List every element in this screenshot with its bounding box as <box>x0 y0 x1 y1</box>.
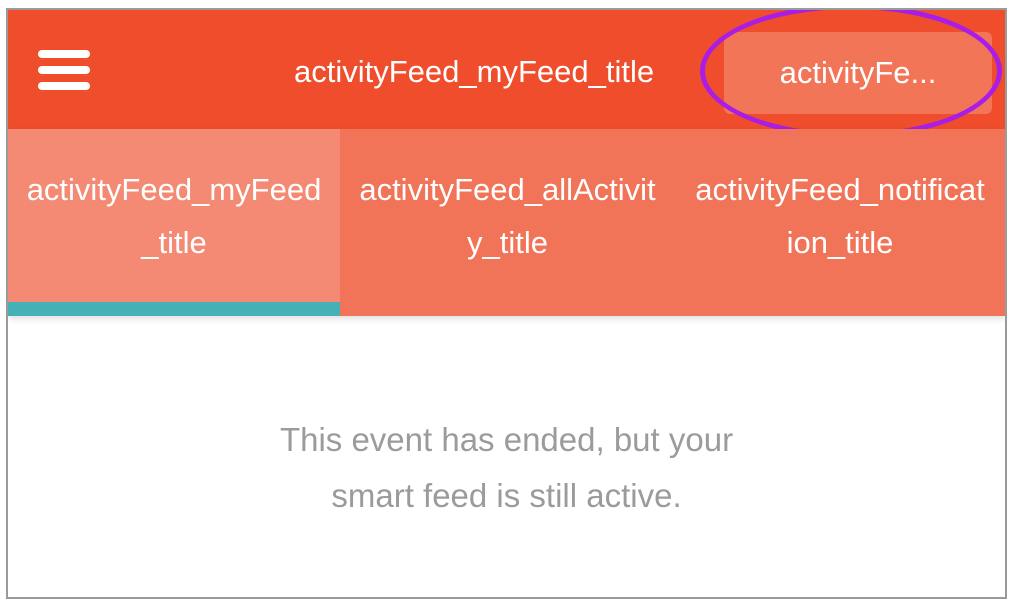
menu-line <box>38 50 90 58</box>
tab-label: activityFeed_myFeed_title <box>26 171 322 260</box>
tab-label: activityFeed_allActivity_title <box>359 171 656 260</box>
empty-state-message: This event has ended, but your smart fee… <box>8 412 1005 524</box>
page-title: activityFeed_myFeed_title <box>294 54 655 89</box>
tab-bar: activityFeed_myFeed_title activityFeed_a… <box>8 129 1005 316</box>
tab-label: activityFeed_notification_title <box>695 171 985 260</box>
tab-my-feed[interactable]: activityFeed_myFeed_title <box>8 129 340 316</box>
menu-line <box>38 82 90 90</box>
message-line: smart feed is still active. <box>331 477 682 514</box>
tab-all-activity[interactable]: activityFeed_allActivity_title <box>340 129 675 316</box>
active-tab-indicator <box>8 302 340 316</box>
top-app-bar: activityFeed_myFeed_title activityFe... <box>8 10 1005 138</box>
message-line: This event has ended, but your <box>279 421 734 458</box>
hamburger-menu-icon[interactable] <box>36 48 92 94</box>
app-frame: activityFeed_myFeed_title activityFe... … <box>6 8 1007 599</box>
tab-notification[interactable]: activityFeed_notification_title <box>675 129 1005 316</box>
menu-line <box>38 66 90 74</box>
header-action-button[interactable]: activityFe... <box>724 32 992 114</box>
